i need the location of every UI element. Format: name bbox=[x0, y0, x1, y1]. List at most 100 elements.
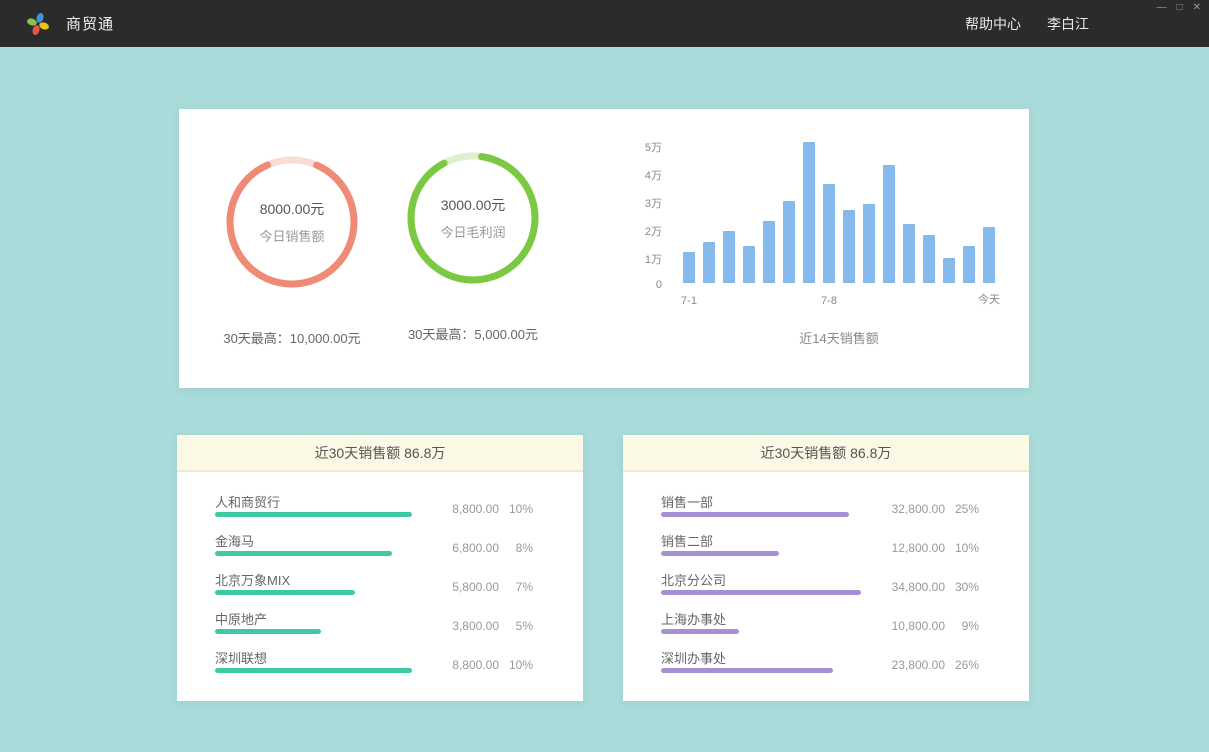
customer-row: 人和商贸行8,800.0010% bbox=[215, 485, 533, 524]
progress-bar bbox=[661, 512, 849, 517]
minimize-button[interactable]: — bbox=[1157, 2, 1167, 14]
y-axis-tick: 2万 bbox=[612, 223, 662, 239]
sales-bar bbox=[943, 258, 955, 283]
customer-panel-title: 近30天销售额 86.8万 bbox=[177, 435, 583, 472]
row-amount: 12,800.00 bbox=[881, 541, 945, 555]
maximize-button[interactable]: □ bbox=[1177, 2, 1183, 14]
close-button[interactable]: ✕ bbox=[1193, 2, 1201, 14]
bar-column bbox=[843, 142, 855, 283]
sales-bar bbox=[683, 252, 695, 283]
sales-bar bbox=[883, 165, 895, 283]
row-amount: 5,800.00 bbox=[435, 580, 499, 594]
help-center-link[interactable]: 帮助中心 bbox=[965, 14, 1021, 34]
customer-row: 北京万象MIX 5,800.007% bbox=[215, 563, 533, 602]
today-profit-donut: 3000.00元今日毛利润 30天最高：5,000.00元 bbox=[363, 148, 583, 343]
department-sales-panel: 近30天销售额 86.8万 销售一部32,800.0025%销售二部12,800… bbox=[623, 435, 1029, 701]
bar-column bbox=[723, 142, 735, 283]
row-value: 32,800.0025% bbox=[881, 502, 979, 516]
donut-footer: 30天最高：5,000.00元 bbox=[363, 324, 583, 343]
row-percent: 25% bbox=[945, 502, 979, 516]
row-value: 10,800.009% bbox=[881, 619, 979, 633]
row-percent: 10% bbox=[499, 658, 533, 672]
department-row: 北京分公司 34,800.0030% bbox=[661, 563, 979, 602]
bar-column: 7-8 bbox=[823, 142, 835, 283]
row-name: 中原地产 bbox=[215, 609, 267, 628]
bar-column bbox=[803, 142, 815, 283]
row-percent: 8% bbox=[499, 541, 533, 555]
donut-value: 3000.00元 bbox=[441, 195, 506, 215]
row-amount: 34,800.00 bbox=[881, 580, 945, 594]
progress-bar bbox=[661, 668, 833, 673]
sales-bar bbox=[963, 246, 975, 283]
row-value: 8,800.0010% bbox=[435, 502, 533, 516]
row-amount: 3,800.00 bbox=[435, 619, 499, 633]
chart-title: 近14天销售额 bbox=[683, 328, 995, 347]
bar-column: 今天 bbox=[983, 142, 995, 283]
department-row: 深圳办事处 23,800.0026% bbox=[661, 641, 979, 680]
customer-sales-panel: 近30天销售额 86.8万 人和商贸行8,800.0010%金海马6,800.0… bbox=[177, 435, 583, 701]
sales-bar bbox=[983, 227, 995, 283]
row-name: 上海办事处 bbox=[661, 609, 726, 628]
row-amount: 10,800.00 bbox=[881, 619, 945, 633]
row-name: 销售二部 bbox=[661, 531, 713, 550]
sales-bar bbox=[903, 224, 915, 283]
row-amount: 32,800.00 bbox=[881, 502, 945, 516]
donut-ring: 3000.00元今日毛利润 bbox=[403, 148, 543, 288]
progress-bar bbox=[661, 629, 739, 634]
progress-bar bbox=[215, 512, 412, 517]
username-menu[interactable]: 李白江 bbox=[1047, 14, 1089, 34]
row-name: 北京分公司 bbox=[661, 570, 726, 589]
chart-y-axis: 5万4万3万2万1万0 bbox=[612, 139, 662, 291]
row-value: 23,800.0026% bbox=[881, 658, 979, 672]
app-title: 商贸通 bbox=[66, 13, 114, 34]
progress-bar bbox=[661, 551, 779, 556]
row-value: 5,800.007% bbox=[435, 580, 533, 594]
row-value: 12,800.0010% bbox=[881, 541, 979, 555]
row-value: 34,800.0030% bbox=[881, 580, 979, 594]
department-row: 销售一部32,800.0025% bbox=[661, 485, 979, 524]
row-percent: 7% bbox=[499, 580, 533, 594]
bar-column: 7-1 bbox=[683, 142, 695, 283]
sales-bar bbox=[823, 184, 835, 283]
row-value: 8,800.0010% bbox=[435, 658, 533, 672]
row-name: 深圳联想 bbox=[215, 648, 267, 667]
app-logo-icon bbox=[26, 12, 50, 36]
progress-bar bbox=[661, 590, 861, 595]
overview-card: 8000.00元今日销售额30天最高：10,000.00元3000.00元今日毛… bbox=[179, 109, 1029, 388]
donut-value: 8000.00元 bbox=[260, 199, 325, 219]
customer-row: 金海马6,800.008% bbox=[215, 524, 533, 563]
y-axis-tick: 1万 bbox=[612, 251, 662, 267]
row-percent: 10% bbox=[499, 502, 533, 516]
bar-column bbox=[763, 142, 775, 283]
bar-column bbox=[743, 142, 755, 283]
x-axis-label: 7-1 bbox=[681, 295, 697, 307]
x-axis-label: 今天 bbox=[978, 291, 1000, 307]
row-value: 3,800.005% bbox=[435, 619, 533, 633]
department-row: 上海办事处 10,800.009% bbox=[661, 602, 979, 641]
row-percent: 26% bbox=[945, 658, 979, 672]
customer-row: 深圳联想 8,800.0010% bbox=[215, 641, 533, 680]
customer-rows: 人和商贸行8,800.0010%金海马6,800.008% 北京万象MIX 5,80… bbox=[177, 472, 583, 680]
bar-column bbox=[903, 142, 915, 283]
row-percent: 9% bbox=[945, 619, 979, 633]
progress-bar bbox=[215, 629, 321, 634]
y-axis-tick: 3万 bbox=[612, 195, 662, 211]
progress-bar bbox=[215, 551, 392, 556]
sales-bar bbox=[703, 242, 715, 283]
customer-row: 中原地产 3,800.005% bbox=[215, 602, 533, 641]
y-axis-tick: 5万 bbox=[612, 139, 662, 155]
department-rows: 销售一部32,800.0025% 销售二部 12,800.0010% 北京分公司 34,… bbox=[623, 472, 1029, 680]
row-amount: 8,800.00 bbox=[435, 502, 499, 516]
sales-trend-chart: 7-1 7-8 今天 bbox=[683, 142, 995, 283]
row-name: 北京万象MIX bbox=[215, 570, 290, 589]
row-percent: 5% bbox=[499, 619, 533, 633]
donut-label: 今日销售额 bbox=[259, 226, 324, 245]
bar-column bbox=[883, 142, 895, 283]
bar-column bbox=[963, 142, 975, 283]
row-name: 深圳办事处 bbox=[661, 648, 726, 667]
sales-bar bbox=[923, 235, 935, 283]
sales-bar bbox=[783, 201, 795, 283]
sales-bar bbox=[743, 246, 755, 283]
row-amount: 8,800.00 bbox=[435, 658, 499, 672]
bar-column bbox=[923, 142, 935, 283]
